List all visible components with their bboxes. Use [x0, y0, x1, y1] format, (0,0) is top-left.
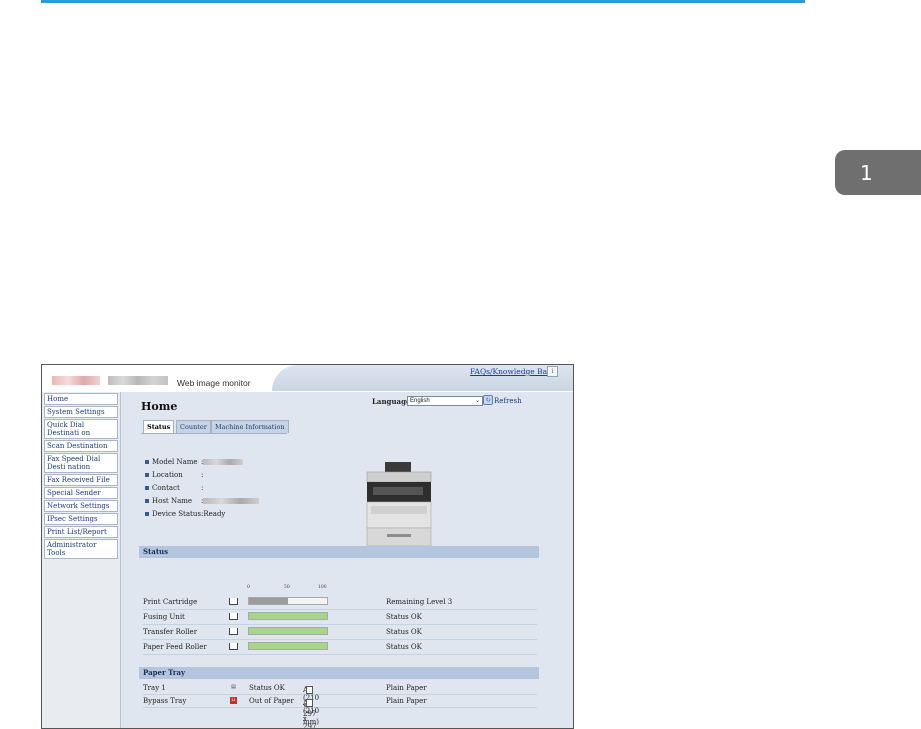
status-text: Remaining Level 3 [386, 598, 453, 606]
status-label: Print Cartridge [143, 598, 198, 606]
level-bar-fill [249, 643, 327, 649]
status-row-transfer-roller: Transfer Roller Status OK [143, 624, 537, 640]
tab-machine-information[interactable]: Machine Information [211, 420, 289, 433]
status-text: Status OK [386, 643, 422, 651]
header: Web image monitor FAQs/Knowledge Base i [42, 365, 573, 391]
language-label: Language [372, 397, 411, 406]
device-status-label: Device Status [152, 510, 201, 518]
contact-row: Contact : [145, 484, 203, 493]
tray-ok-icon: ▤ [231, 684, 236, 690]
transfer-roller-icon [229, 628, 238, 635]
status-row-fusing-unit: Fusing Unit Status OK [143, 609, 537, 625]
page-title: Home [141, 400, 178, 413]
sidebar-item-special-sender[interactable]: Special Sender [44, 487, 118, 499]
bullet-icon [145, 473, 149, 477]
product-name: Web image monitor [177, 378, 251, 388]
location-value: : [201, 471, 204, 479]
contact-label: Contact [152, 484, 180, 492]
refresh-icon[interactable]: ↻ [483, 395, 493, 405]
location-row: Location : [145, 471, 203, 480]
scale-label-50: 50 [284, 585, 290, 590]
sidebar: Home System Settings Quick Dial Destinat… [42, 392, 121, 728]
level-bar-fill [249, 598, 288, 604]
bullet-icon [145, 460, 149, 464]
paper-tray-section-header: Paper Tray [139, 667, 539, 679]
paper-icon [306, 699, 313, 707]
scale-label-0: 0 [247, 585, 250, 590]
tray-status: Out of Paper [249, 697, 294, 705]
tray-paper-type: Plain Paper [386, 697, 427, 705]
status-row-paper-feed-roller: Paper Feed Roller Status OK [143, 639, 537, 655]
contact-value: : [201, 484, 204, 492]
tray-status: Status OK [249, 684, 285, 692]
top-rule [41, 0, 805, 3]
tray-row-tray-1: Tray 1 ▤ Status OK A4 (210 x 297 mm) Pla… [143, 682, 537, 726]
refresh-link[interactable]: Refresh [494, 397, 522, 405]
status-row-print-cartridge: Print Cartridge Remaining Level 3 [143, 594, 537, 610]
paper-icon [306, 686, 313, 694]
model-name-value: : [201, 458, 244, 467]
bullet-icon [145, 512, 149, 516]
chevron-down-icon: ⌄ [474, 398, 480, 404]
sidebar-item-ipsec-settings[interactable]: IPsec Settings [44, 513, 118, 525]
device-status-row: Device Status :Ready [145, 510, 225, 519]
fusing-unit-icon [229, 613, 238, 620]
level-bar-fill [249, 628, 327, 634]
host-name-value: : [201, 497, 260, 506]
location-label: Location [152, 471, 183, 479]
bullet-icon [145, 486, 149, 490]
status-label: Fusing Unit [143, 613, 185, 621]
sidebar-item-quick-dial-destination[interactable]: Quick Dial Destinati on [44, 419, 118, 439]
redacted-value [203, 459, 244, 465]
tray-empty-icon: ⊔ [230, 697, 237, 704]
sidebar-item-administrator-tools[interactable]: Administrator Tools [44, 539, 118, 559]
sidebar-item-network-settings[interactable]: Network Settings [44, 500, 118, 512]
sidebar-item-fax-received-file[interactable]: Fax Received File [44, 474, 118, 486]
status-label: Transfer Roller [143, 628, 198, 636]
level-bar [248, 627, 328, 635]
tray-name: Tray 1 [143, 684, 166, 692]
level-bar [248, 612, 328, 620]
status-section-header: Status [139, 546, 539, 558]
brand-logo [52, 376, 100, 385]
paper-feed-roller-icon [229, 643, 238, 650]
host-name-label: Host Name [152, 497, 193, 505]
status-label: Paper Feed Roller [143, 643, 207, 651]
level-bar-fill [249, 613, 327, 619]
sidebar-item-fax-speed-dial-destination[interactable]: Fax Speed Dial Desti nation [44, 453, 118, 473]
sidebar-item-scan-destination[interactable]: Scan Destination [44, 440, 118, 452]
chapter-tab: 1 [835, 150, 921, 195]
sidebar-item-home[interactable]: Home [44, 393, 118, 405]
status-text: Status OK [386, 628, 422, 636]
main-content: Home Language English ⌄ ↻ Refresh Status… [121, 392, 573, 728]
tab-status[interactable]: Status [143, 420, 175, 434]
tab-counter[interactable]: Counter [176, 420, 211, 433]
scale-label-100: 100 [318, 585, 327, 590]
host-name-row: Host Name : [145, 497, 260, 506]
level-bar [248, 642, 328, 650]
faq-link[interactable]: FAQs/Knowledge Base [470, 367, 555, 376]
cartridge-icon [229, 598, 238, 605]
info-icon[interactable]: i [547, 366, 558, 377]
language-select[interactable]: English ⌄ [407, 396, 483, 406]
device-status-value: :Ready [201, 510, 226, 518]
language-value: English [410, 398, 430, 404]
printer-image [366, 462, 432, 547]
redacted-value [203, 498, 260, 504]
tray-paper-type: Plain Paper [386, 684, 427, 692]
level-bar [248, 597, 328, 605]
status-text: Status OK [386, 613, 422, 621]
chapter-number: 1 [860, 160, 873, 185]
model-logo [108, 376, 168, 385]
sidebar-item-system-settings[interactable]: System Settings [44, 406, 118, 418]
tab-underline [141, 433, 287, 434]
sidebar-item-print-list-report[interactable]: Print List/Report [44, 526, 118, 538]
bullet-icon [145, 499, 149, 503]
web-image-monitor-screenshot: Web image monitor FAQs/Knowledge Base i … [41, 364, 574, 729]
tray-row-bypass-tray: Bypass Tray ⊔ Out of Paper A4 (210 x 297… [143, 695, 537, 728]
model-name-row: Model Name : [145, 458, 244, 467]
model-name-label: Model Name [152, 458, 198, 466]
tray-name: Bypass Tray [143, 697, 187, 705]
